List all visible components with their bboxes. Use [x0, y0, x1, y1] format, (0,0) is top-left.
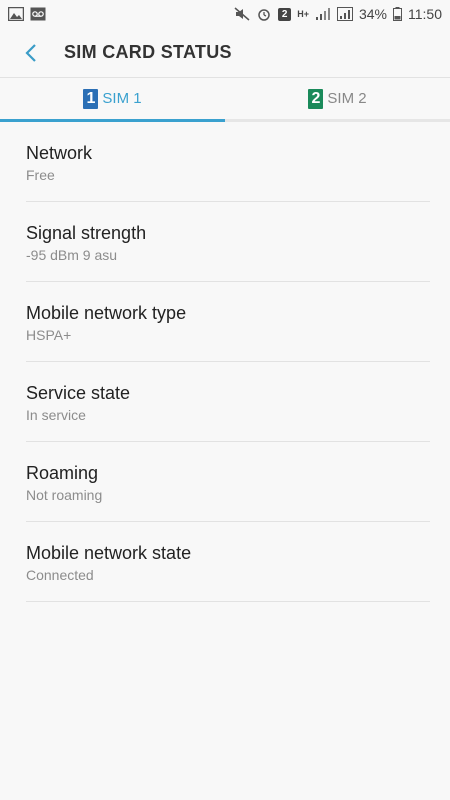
- list-item-roaming: Roaming Not roaming: [26, 442, 430, 522]
- sim-2-number-icon: 2: [308, 88, 324, 109]
- status-bar: 2 H+ 34% 11:50: [0, 0, 450, 28]
- tab-sim-2[interactable]: 2 SIM 2: [225, 78, 450, 119]
- list-item-service-state: Service state In service: [26, 362, 430, 442]
- signal-strength-roaming-icon: [336, 7, 353, 21]
- signal-strength-icon: [315, 7, 331, 21]
- battery-icon: [393, 7, 402, 21]
- status-bar-left: [7, 6, 46, 22]
- status-bar-right: 2 H+ 34% 11:50: [234, 6, 442, 22]
- back-arrow-icon: [25, 43, 36, 62]
- list-item-value: Free: [26, 167, 55, 183]
- sim-status-list: Network Free Signal strength -95 dBm 9 a…: [0, 122, 450, 602]
- list-item-title: Mobile network type: [26, 303, 187, 323]
- list-item-value: Not roaming: [26, 487, 103, 503]
- tab-sim-1-label: SIM 1: [102, 90, 142, 107]
- list-item-value: -95 dBm 9 asu: [26, 247, 118, 263]
- sim-tabs: 1 SIM 1 2 SIM 2: [0, 78, 450, 122]
- tab-sim-2-label: SIM 2: [327, 90, 367, 107]
- list-item-network: Network Free: [26, 122, 430, 202]
- sim-1-number-icon: 1: [83, 88, 99, 109]
- list-item-title: Roaming: [26, 463, 99, 483]
- voicemail-notification-icon: [30, 7, 46, 21]
- list-item-mobile-network-type: Mobile network type HSPA+: [26, 282, 430, 362]
- gallery-notification-icon: [7, 6, 25, 22]
- list-item-value: Connected: [26, 567, 94, 583]
- list-item-value: HSPA+: [26, 327, 72, 343]
- list-item-signal-strength: Signal strength -95 dBm 9 asu: [26, 202, 430, 282]
- tab-sim-1[interactable]: 1 SIM 1: [0, 78, 225, 122]
- list-item-title: Signal strength: [26, 223, 147, 243]
- list-item-title: Mobile network state: [26, 543, 192, 563]
- page-title: SIM CARD STATUS: [64, 42, 232, 62]
- sim-badge-icon: 2: [278, 7, 292, 21]
- clock-time: 11:50: [408, 6, 442, 22]
- back-button[interactable]: [20, 42, 42, 64]
- alarm-icon: [256, 7, 272, 21]
- list-item-mobile-network-state: Mobile network state Connected: [26, 522, 430, 602]
- network-type-label: H+: [297, 9, 309, 19]
- list-item-title: Network: [26, 143, 93, 163]
- list-item-title: Service state: [26, 383, 131, 403]
- battery-percent: 34%: [358, 6, 387, 22]
- mute-icon: [234, 7, 250, 21]
- list-item-value: In service: [26, 407, 86, 423]
- app-header: SIM CARD STATUS: [0, 28, 450, 78]
